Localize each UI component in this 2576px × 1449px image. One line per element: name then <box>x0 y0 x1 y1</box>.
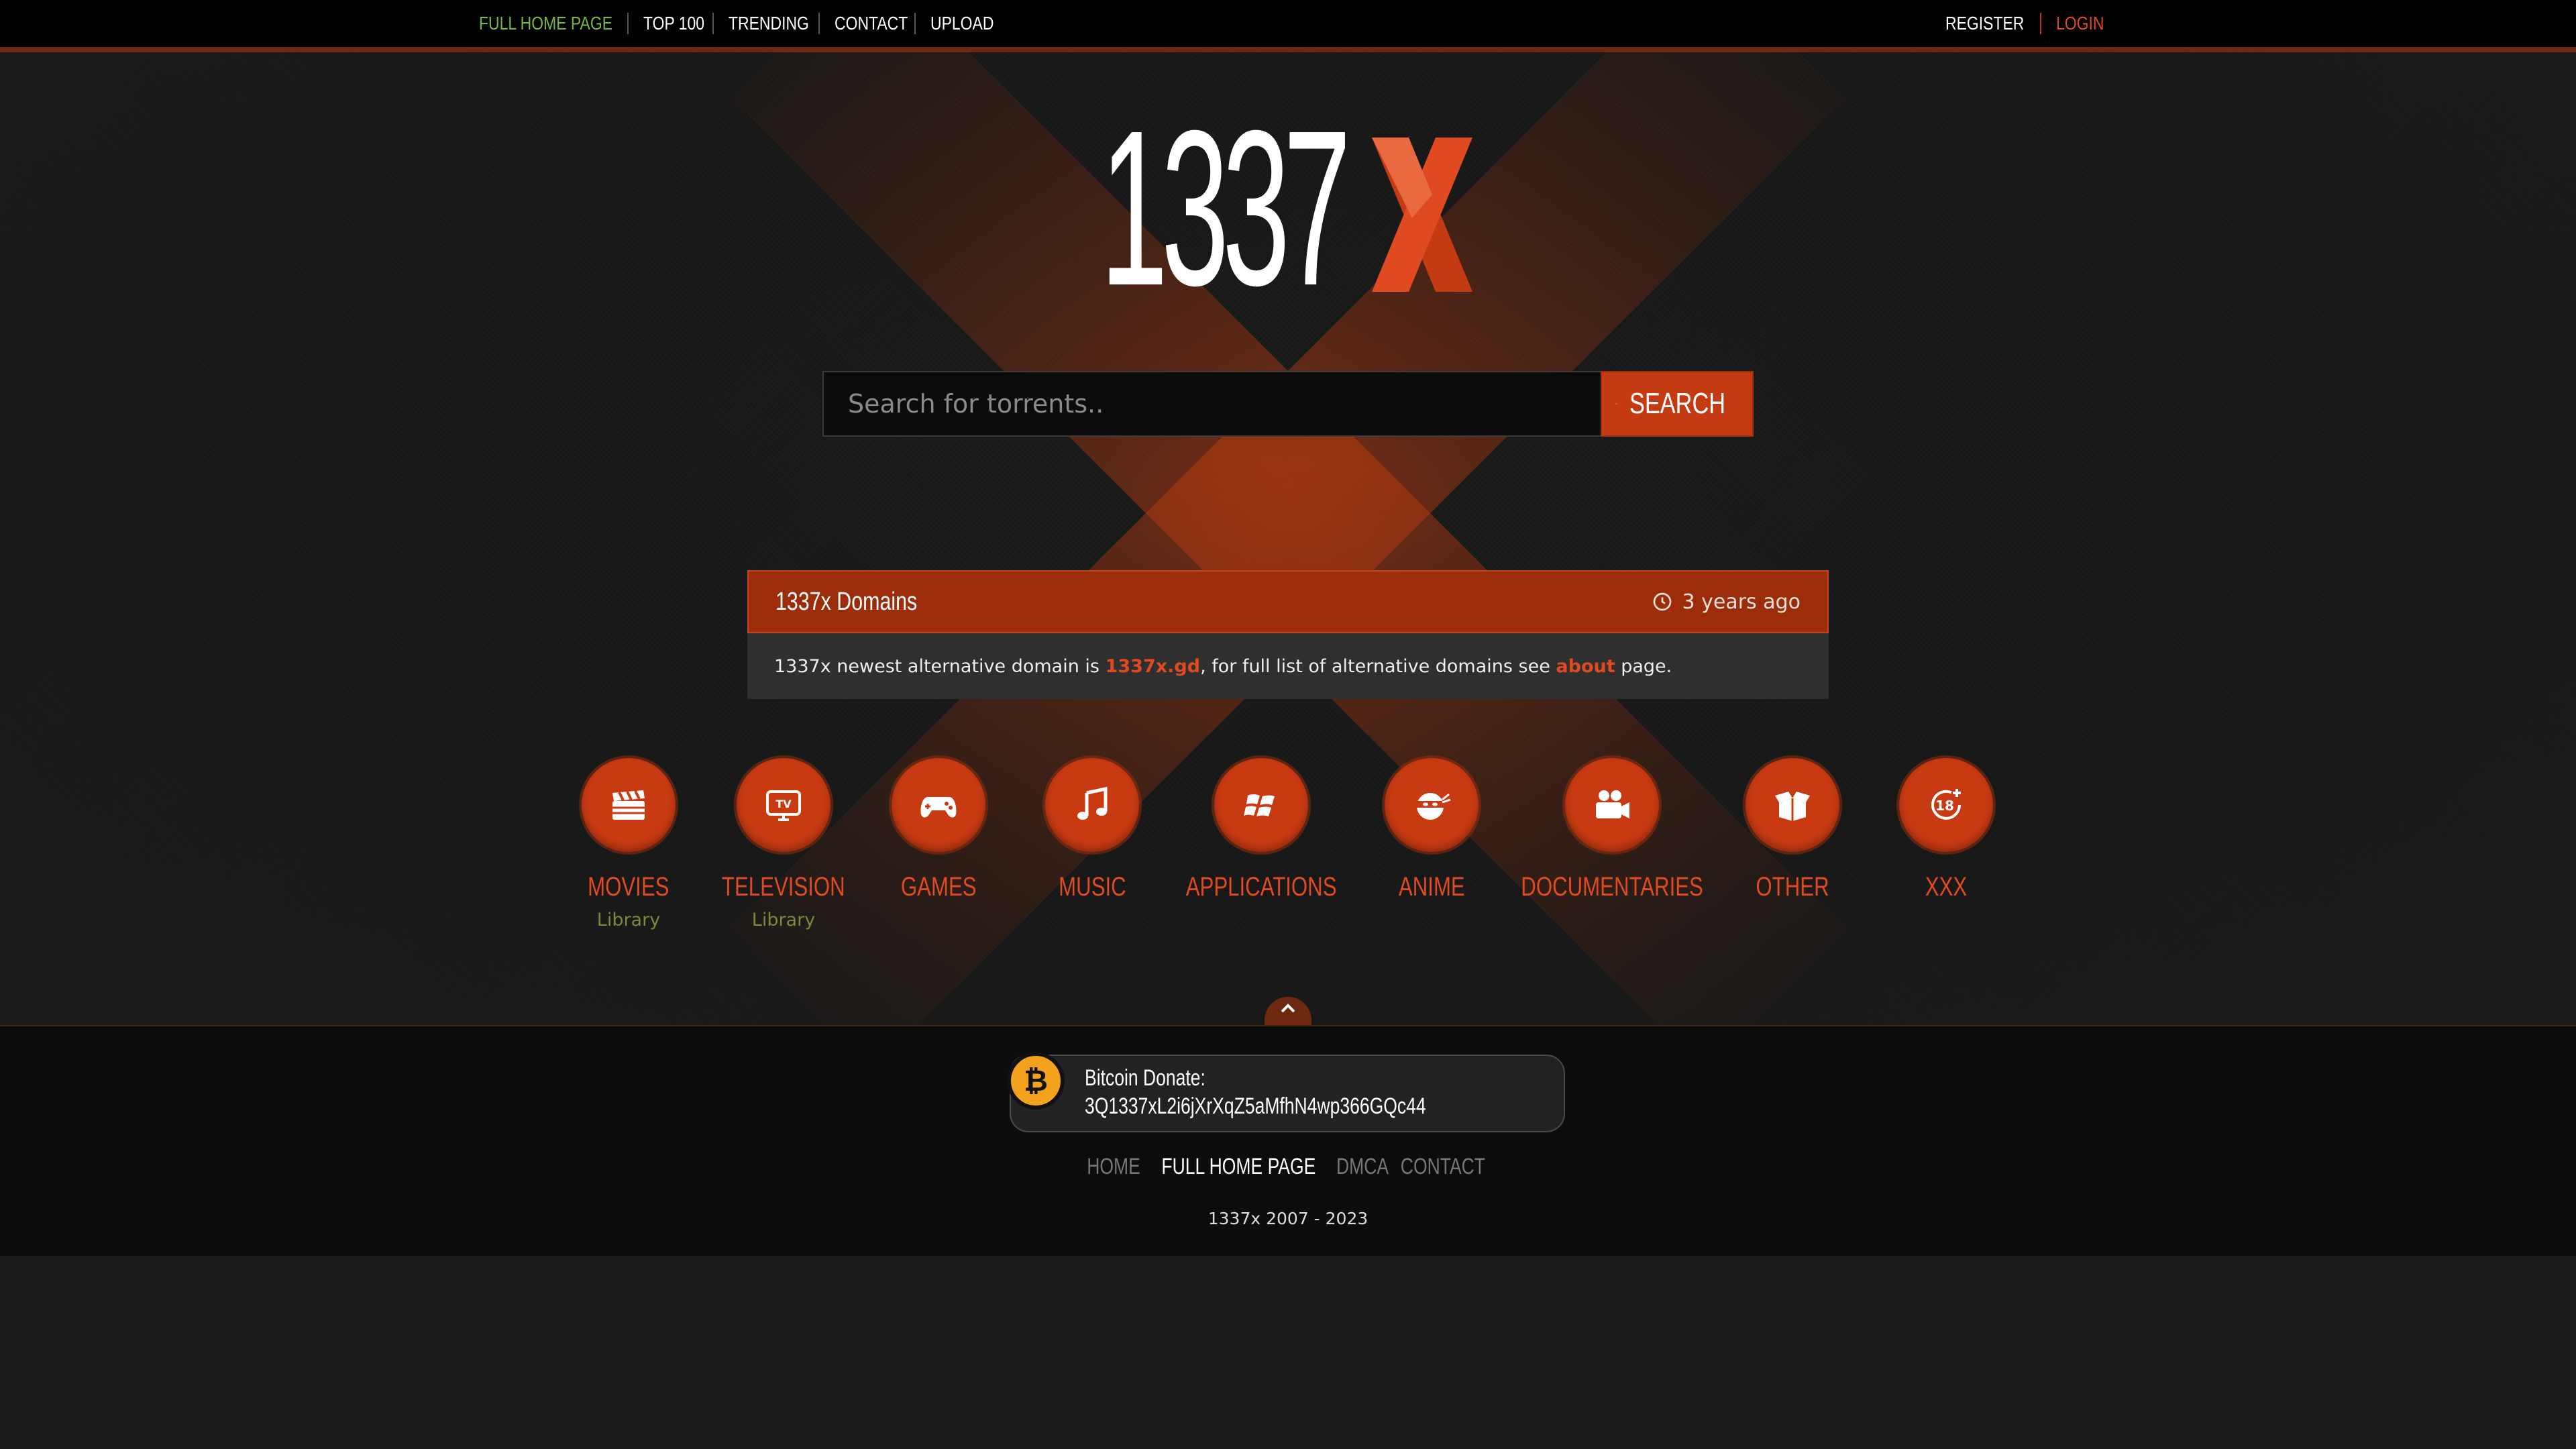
adult-18-icon: 18 <box>1899 758 1993 852</box>
search-bar: Search for torrents.. SEARCH <box>822 371 1754 437</box>
domains-title[interactable]: 1337x Domains <box>775 588 917 616</box>
top-nav-bar: FULL HOME PAGE TOP 100 TRENDING CONTACT … <box>0 0 2576 52</box>
category-games[interactable]: GAMES <box>851 758 1026 904</box>
open-box-icon <box>1746 758 1839 852</box>
copyright: 1337x 2007 - 2023 <box>1208 1209 1368 1228</box>
search-button-label: SEARCH <box>1629 387 1725 420</box>
page-bottom-background <box>0 1256 2576 1449</box>
domain-link[interactable]: 1337x.gd <box>1106 656 1200 677</box>
domains-body: 1337x newest alternative domain is 1337x… <box>747 633 1829 699</box>
library-link[interactable]: Library <box>696 910 871 930</box>
category-music[interactable]: MUSIC <box>1005 758 1179 904</box>
clapperboard-icon <box>582 758 676 852</box>
nav-register[interactable]: REGISTER <box>1945 13 2024 34</box>
domains-announcement: 1337x Domains 3 years ago 1337x newest a… <box>747 570 1829 699</box>
category-applications[interactable]: APPLICATIONS <box>1174 758 1348 904</box>
chevron-up-icon <box>1281 1004 1295 1013</box>
top-nav-left: FULL HOME PAGE TOP 100 TRENDING CONTACT … <box>479 0 1008 47</box>
nav-upload[interactable]: UPLOAD <box>930 13 994 34</box>
svg-text:TV: TV <box>775 798 792 810</box>
site-logo[interactable]: 1337 <box>1100 84 1472 331</box>
category-television[interactable]: TV TELEVISION Library <box>696 758 871 930</box>
category-label: APPLICATIONS <box>1185 872 1337 902</box>
category-label: DOCUMENTARIES <box>1521 872 1703 902</box>
category-label: OTHER <box>1756 872 1829 902</box>
nav-top-100[interactable]: TOP 100 <box>643 13 704 34</box>
category-label: MOVIES <box>588 872 669 902</box>
bitcoin-icon: ₿ <box>1007 1052 1065 1110</box>
footer-link-home[interactable]: HOME <box>1087 1154 1140 1180</box>
nav-login[interactable]: LOGIN <box>2056 13 2104 34</box>
bitcoin-address[interactable]: 3Q1337xL2i6jXrXqZ5aMfhN4wp366GQc44 <box>1085 1093 1426 1120</box>
logo-x-mark <box>1372 138 1472 292</box>
library-link[interactable]: Library <box>541 910 716 930</box>
category-other[interactable]: OTHER <box>1705 758 1880 904</box>
bitcoin-label: Bitcoin Donate: <box>1085 1065 1205 1091</box>
search-button[interactable]: SEARCH <box>1601 371 1754 437</box>
windows-icon <box>1214 758 1308 852</box>
top-nav-right: REGISTER LOGIN <box>1945 0 2109 47</box>
nav-trending[interactable]: TRENDING <box>729 13 809 34</box>
nav-contact[interactable]: CONTACT <box>835 13 908 34</box>
category-label: TELEVISION <box>722 872 845 902</box>
domains-time: 3 years ago <box>1652 572 1801 632</box>
category-label: ANIME <box>1398 872 1465 902</box>
footer: ₿ Bitcoin Donate: 3Q1337xL2i6jXrXqZ5aMfh… <box>0 1025 2576 1257</box>
category-movies[interactable]: MOVIES Library <box>541 758 716 930</box>
svg-text:18: 18 <box>1935 798 1954 814</box>
domains-text-end: page. <box>1615 655 1672 677</box>
category-anime[interactable]: ANIME <box>1344 758 1519 904</box>
footer-link-full-home-page[interactable]: FULL HOME PAGE <box>1161 1154 1316 1180</box>
gamepad-icon <box>892 758 985 852</box>
category-label: MUSIC <box>1058 872 1126 902</box>
logo-number: 1337 <box>1100 84 1351 331</box>
category-list: MOVIES Library TV TELEVISION Library GAM… <box>0 758 2576 959</box>
footer-link-contact[interactable]: CONTACT <box>1400 1154 1485 1180</box>
footer-links: HOME FULL HOME PAGE DMCA CONTACT <box>0 1154 2576 1180</box>
domains-text-middle: , for full list of alternative domains s… <box>1200 655 1556 677</box>
category-xxx[interactable]: 18 XXX <box>1859 758 2033 904</box>
search-icon <box>1615 402 1617 405</box>
search-input[interactable]: Search for torrents.. <box>822 371 1601 437</box>
music-note-icon <box>1045 758 1139 852</box>
video-camera-icon <box>1565 758 1659 852</box>
about-link[interactable]: about <box>1556 656 1615 677</box>
category-label: GAMES <box>900 872 977 902</box>
ninja-icon <box>1385 758 1479 852</box>
clock-icon <box>1653 592 1671 611</box>
category-label: XXX <box>1925 872 1968 902</box>
scroll-to-top-button[interactable] <box>1265 997 1311 1026</box>
bitcoin-donate-box[interactable]: ₿ Bitcoin Donate: 3Q1337xL2i6jXrXqZ5aMfh… <box>1007 1052 1565 1132</box>
domains-header: 1337x Domains 3 years ago <box>747 570 1829 633</box>
category-documentaries[interactable]: DOCUMENTARIES <box>1521 758 1703 904</box>
footer-link-dmca[interactable]: DMCA <box>1336 1154 1389 1180</box>
nav-full-home-page[interactable]: FULL HOME PAGE <box>479 13 612 34</box>
domains-text: 1337x newest alternative domain is <box>774 655 1106 677</box>
domains-time-text: 3 years ago <box>1682 590 1801 614</box>
tv-icon: TV <box>737 758 830 852</box>
